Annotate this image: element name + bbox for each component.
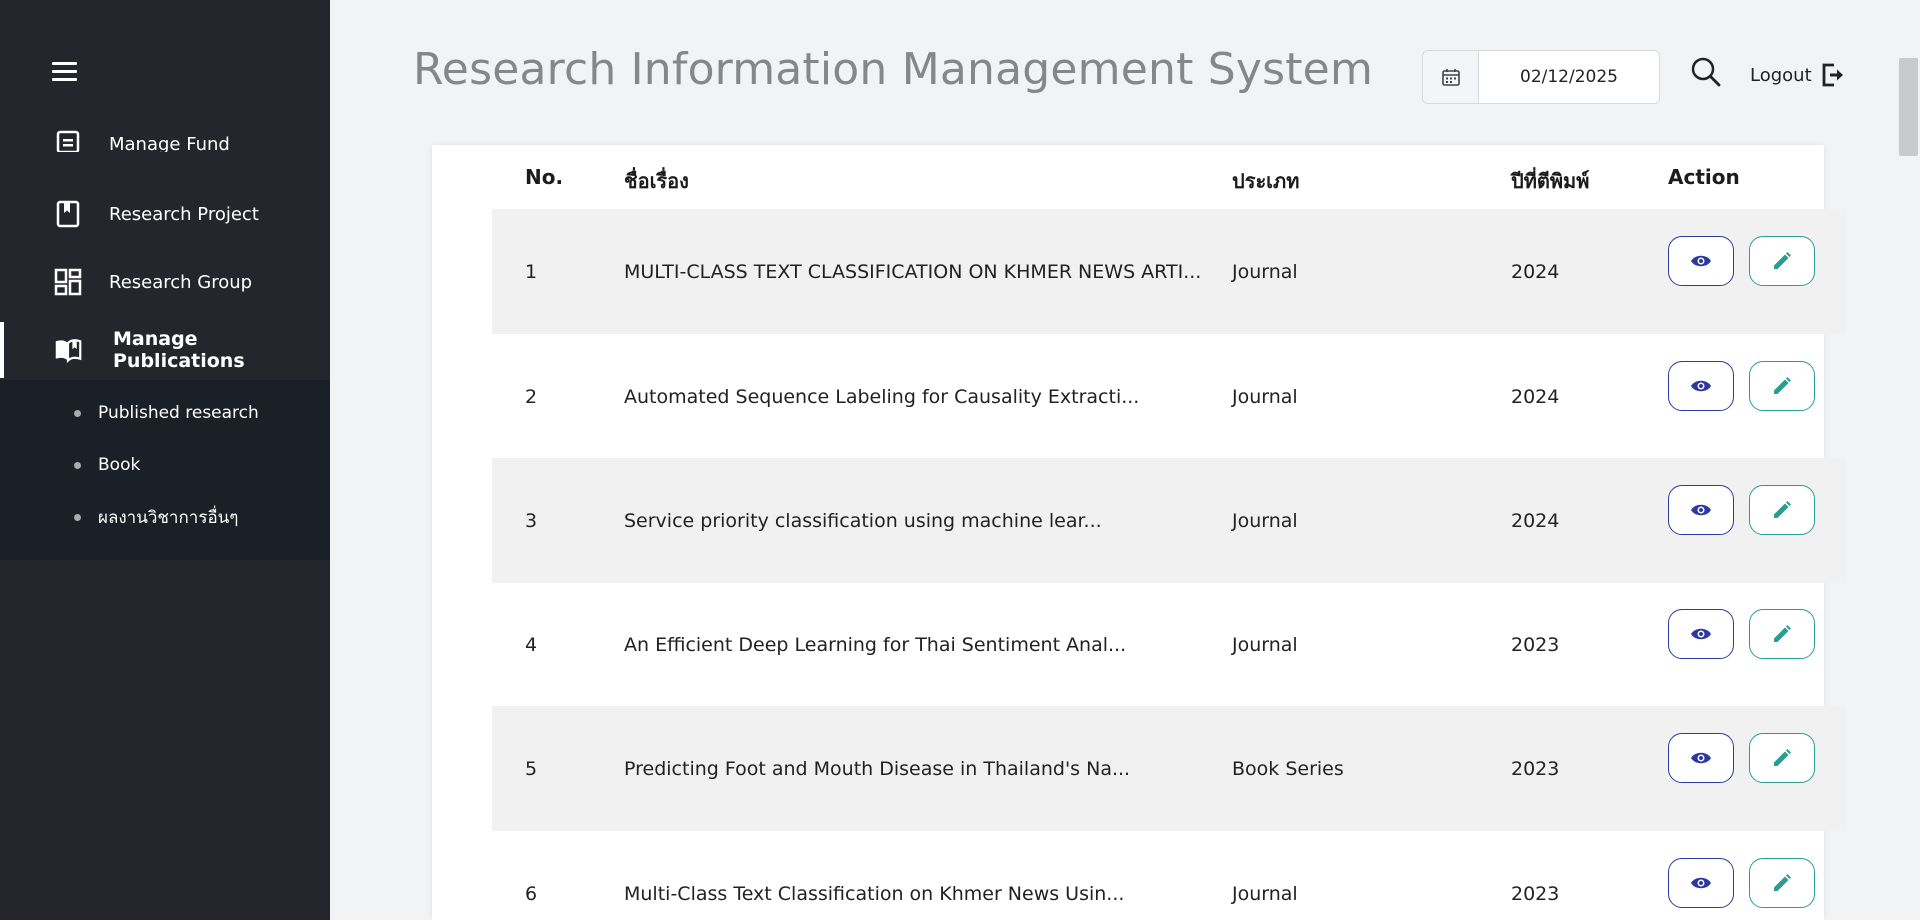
row-type: Book Series — [1232, 757, 1344, 780]
row-year: 2024 — [1511, 260, 1560, 283]
row-year: 2024 — [1511, 385, 1560, 408]
scrollbar-thumb[interactable] — [1899, 58, 1918, 156]
submenu-item-label: Published research — [98, 403, 259, 423]
submenu-item-label: ผลงานวิชาการอื่นๆ — [98, 507, 239, 528]
row-title: Service priority classification using ma… — [624, 509, 1102, 532]
row-year: 2023 — [1511, 882, 1560, 905]
sidebar: Manage Fund Research Project Research Gr… — [0, 0, 330, 920]
table-row: 1 MULTI-CLASS TEXT CLASSIFICATION ON KHM… — [492, 209, 1846, 334]
eye-icon — [1691, 877, 1711, 889]
table-row: 4 An Efficient Deep Learning for Thai Se… — [492, 582, 1846, 707]
sidebar-item-research-project[interactable]: Research Project — [0, 186, 330, 242]
row-title: Predicting Foot and Mouth Disease in Tha… — [624, 757, 1131, 780]
logout-button[interactable]: Logout — [1750, 62, 1846, 88]
edit-button[interactable] — [1749, 609, 1815, 659]
column-header-title: ชื่อเรื่อง — [624, 169, 689, 193]
bookmark-icon — [54, 200, 82, 228]
submenu-item-book[interactable]: Book — [0, 445, 330, 485]
pencil-icon — [1774, 501, 1791, 518]
document-icon — [54, 128, 82, 152]
calendar-icon[interactable] — [1423, 51, 1479, 103]
row-number: 3 — [525, 509, 538, 532]
page-title: Research Information Management System — [413, 44, 1374, 95]
sidebar-item-manage-fund[interactable]: Manage Fund — [0, 118, 330, 152]
pencil-icon — [1774, 874, 1791, 891]
submenu-item-other-works[interactable]: ผลงานวิชาการอื่นๆ — [0, 497, 330, 537]
pencil-icon — [1774, 377, 1791, 394]
column-header-action: Action — [1668, 165, 1740, 189]
date-input[interactable] — [1479, 51, 1659, 103]
row-type: Journal — [1232, 882, 1298, 905]
sidebar-item-label: Research Group — [109, 271, 253, 293]
row-number: 6 — [525, 882, 538, 905]
open-book-icon — [54, 336, 82, 364]
row-number: 4 — [525, 633, 538, 656]
bullet-icon — [74, 461, 81, 469]
logout-icon — [1822, 63, 1843, 87]
column-header-year: ปีที่ตีพิมพ์ — [1511, 169, 1590, 193]
row-type: Journal — [1232, 260, 1298, 283]
edit-button[interactable] — [1749, 485, 1815, 535]
hamburger-icon[interactable] — [52, 62, 77, 82]
publications-submenu: Published research Book ผลงานวิชาการอื่น… — [0, 380, 330, 560]
edit-button[interactable] — [1749, 361, 1815, 411]
edit-button[interactable] — [1749, 733, 1815, 783]
sidebar-item-label: Manage Fund — [109, 134, 230, 152]
edit-button[interactable] — [1749, 858, 1815, 908]
table-row: 2 Automated Sequence Labeling for Causal… — [492, 334, 1846, 459]
view-button[interactable] — [1668, 858, 1734, 908]
row-number: 2 — [525, 385, 538, 408]
submenu-item-published-research[interactable]: Published research — [0, 393, 330, 433]
eye-icon — [1691, 380, 1711, 392]
eye-icon — [1691, 255, 1711, 267]
table-header: No. ชื่อเรื่อง ประเภท ปีที่ตีพิมพ์ Actio… — [492, 145, 1846, 208]
view-button[interactable] — [1668, 609, 1734, 659]
sidebar-item-label: Research Project — [109, 203, 259, 225]
date-picker[interactable] — [1422, 50, 1660, 104]
table-row: 3 Service priority classification using … — [492, 458, 1846, 583]
row-title: Multi-Class Text Classification on Khmer… — [624, 882, 1125, 905]
view-button[interactable] — [1668, 236, 1734, 286]
dashboard-icon — [54, 268, 82, 296]
submenu-item-label: Book — [98, 455, 141, 475]
bullet-icon — [74, 409, 81, 417]
row-title: MULTI-CLASS TEXT CLASSIFICATION ON KHMER… — [624, 260, 1202, 283]
row-title: An Efficient Deep Learning for Thai Sent… — [624, 633, 1127, 656]
eye-icon — [1691, 752, 1711, 764]
row-year: 2023 — [1511, 633, 1560, 656]
pencil-icon — [1774, 749, 1791, 766]
eye-icon — [1691, 628, 1711, 640]
edit-button[interactable] — [1749, 236, 1815, 286]
row-type: Journal — [1232, 385, 1298, 408]
view-button[interactable] — [1668, 733, 1734, 783]
row-number: 5 — [525, 757, 538, 780]
sidebar-item-label: Manage Publications — [113, 328, 245, 372]
table-row: 5 Predicting Foot and Mouth Disease in T… — [492, 706, 1846, 831]
search-icon[interactable] — [1690, 56, 1722, 88]
logout-label: Logout — [1750, 64, 1812, 86]
view-button[interactable] — [1668, 485, 1734, 535]
row-title: Automated Sequence Labeling for Causalit… — [624, 385, 1140, 408]
row-number: 1 — [525, 260, 538, 283]
view-button[interactable] — [1668, 361, 1734, 411]
bullet-icon — [74, 513, 81, 521]
sidebar-item-research-group[interactable]: Research Group — [0, 254, 330, 310]
pencil-icon — [1774, 625, 1791, 642]
sidebar-item-manage-publications[interactable]: Manage Publications — [0, 322, 330, 378]
column-header-no: No. — [525, 165, 564, 189]
row-type: Journal — [1232, 633, 1298, 656]
row-type: Journal — [1232, 509, 1298, 532]
row-year: 2023 — [1511, 757, 1560, 780]
eye-icon — [1691, 504, 1711, 516]
column-header-type: ประเภท — [1232, 169, 1300, 193]
row-year: 2024 — [1511, 509, 1560, 532]
pencil-icon — [1774, 252, 1791, 269]
table-row: 6 Multi-Class Text Classification on Khm… — [492, 831, 1846, 920]
